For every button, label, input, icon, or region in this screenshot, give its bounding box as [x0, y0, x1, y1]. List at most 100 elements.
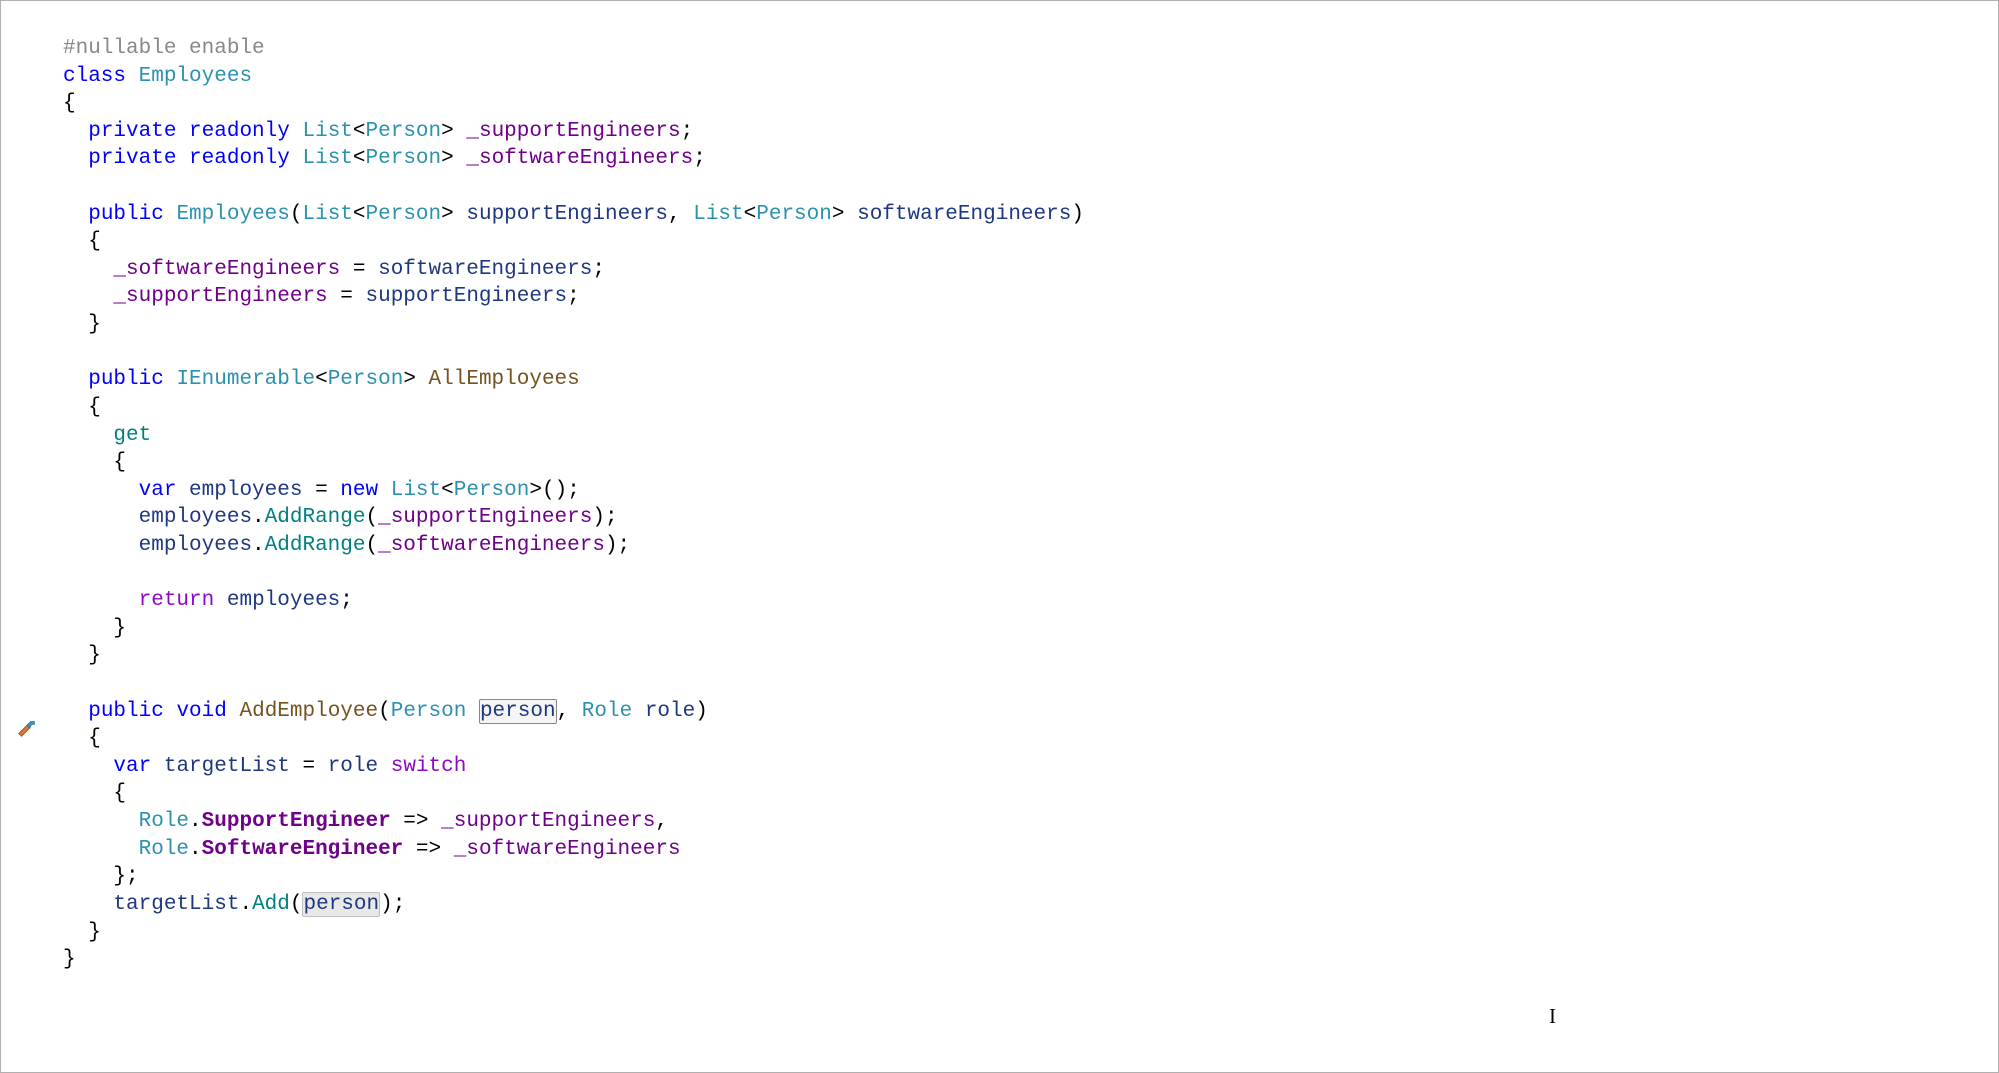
local-employees: employees — [139, 506, 252, 529]
private-keyword: private — [88, 147, 176, 170]
eq: = — [302, 755, 315, 778]
param-role: role — [645, 700, 695, 723]
brace: { — [63, 92, 76, 115]
person-type: Person — [756, 203, 832, 226]
list-type: List — [302, 147, 352, 170]
hammer-icon[interactable] — [16, 717, 38, 739]
rhs-support: supportEngineers — [366, 285, 568, 308]
brace: } — [113, 865, 126, 888]
lparen: ( — [365, 506, 378, 529]
class-name: Employees — [139, 65, 252, 88]
ienum-type: IEnumerable — [176, 368, 315, 391]
var-keyword: var — [139, 479, 177, 502]
software-field: _softwareEngineers — [454, 838, 681, 861]
list-type: List — [693, 203, 743, 226]
brace: } — [113, 617, 126, 640]
eq: = — [340, 285, 353, 308]
dot: . — [252, 534, 265, 557]
role-var: role — [328, 755, 378, 778]
lt: < — [315, 368, 328, 391]
gt: > — [441, 147, 454, 170]
brace: { — [113, 451, 126, 474]
person-type: Person — [366, 120, 442, 143]
method-addemployee: AddEmployee — [239, 700, 378, 723]
person-type: Person — [454, 479, 530, 502]
brace: { — [88, 727, 101, 750]
local-employees: employees — [139, 534, 252, 557]
software-field: _softwareEngineers — [378, 534, 605, 557]
class-keyword: class — [63, 65, 126, 88]
rparen: ) — [695, 700, 708, 723]
lparen: ( — [365, 534, 378, 557]
dot: . — [239, 893, 252, 916]
editor-gutter — [1, 1, 46, 1072]
rparen: ) — [592, 506, 605, 529]
brace: } — [88, 921, 101, 944]
gt: > — [441, 203, 454, 226]
role-type: Role — [582, 700, 632, 723]
public-keyword: public — [88, 368, 164, 391]
lt: < — [353, 203, 366, 226]
person-type: Person — [391, 700, 467, 723]
brace: } — [88, 644, 101, 667]
brace: { — [88, 396, 101, 419]
software-field: _softwareEngineers — [466, 147, 693, 170]
param-person-ref: person — [302, 892, 380, 917]
dot: . — [189, 810, 202, 833]
support-engineer-enum: SupportEngineer — [202, 810, 391, 833]
text-cursor: I — [1549, 1003, 1556, 1031]
local-targetlist: targetList — [113, 893, 239, 916]
gt: > — [403, 368, 416, 391]
param-person-highlighted: person — [479, 699, 557, 724]
private-keyword: private — [88, 120, 176, 143]
get-keyword: get — [113, 424, 151, 447]
new-keyword: new — [340, 479, 378, 502]
param-software: softwareEngineers — [857, 203, 1071, 226]
support-field: _supportEngineers — [466, 120, 680, 143]
brace: { — [113, 782, 126, 805]
lt: < — [744, 203, 757, 226]
list-type: List — [302, 120, 352, 143]
semi: ; — [393, 893, 406, 916]
code-editor[interactable]: #nullable enable class Employees { priva… — [0, 0, 1999, 1073]
gt: > — [441, 120, 454, 143]
semi: ; — [605, 506, 618, 529]
list-type: List — [302, 203, 352, 226]
role-enum: Role — [139, 810, 189, 833]
eq: = — [315, 479, 328, 502]
local-employees: employees — [227, 589, 340, 612]
support-field: _supportEngineers — [441, 810, 655, 833]
brace: { — [88, 230, 101, 253]
ctor-name: Employees — [176, 203, 289, 226]
semi: ; — [693, 147, 706, 170]
addrange-call: AddRange — [265, 534, 366, 557]
switch-keyword: switch — [391, 755, 467, 778]
gt: > — [832, 203, 845, 226]
semi: ; — [618, 534, 631, 557]
rparen: ) — [380, 893, 393, 916]
brace: } — [63, 948, 76, 971]
rparen: ) — [605, 534, 618, 557]
person-type: Person — [328, 368, 404, 391]
software-engineer-enum: SoftwareEngineer — [202, 838, 404, 861]
lt: < — [353, 120, 366, 143]
dot: . — [189, 838, 202, 861]
lparen: ( — [290, 893, 303, 916]
nullable-directive: #nullable enable — [63, 37, 265, 60]
gt: > — [529, 479, 542, 502]
person-type: Person — [366, 203, 442, 226]
addrange-call: AddRange — [265, 506, 366, 529]
list-type: List — [391, 479, 441, 502]
param-support: supportEngineers — [466, 203, 668, 226]
rparen: ) — [1071, 203, 1084, 226]
readonly-keyword: readonly — [189, 147, 290, 170]
code-content[interactable]: #nullable enable class Employees { priva… — [63, 35, 1998, 974]
comma: , — [655, 810, 668, 833]
support-field: _supportEngineers — [378, 506, 592, 529]
void-keyword: void — [176, 700, 226, 723]
return-keyword: return — [139, 589, 215, 612]
comma: , — [668, 203, 681, 226]
var-keyword: var — [113, 755, 151, 778]
arrow: => — [416, 838, 441, 861]
comma: , — [557, 700, 570, 723]
